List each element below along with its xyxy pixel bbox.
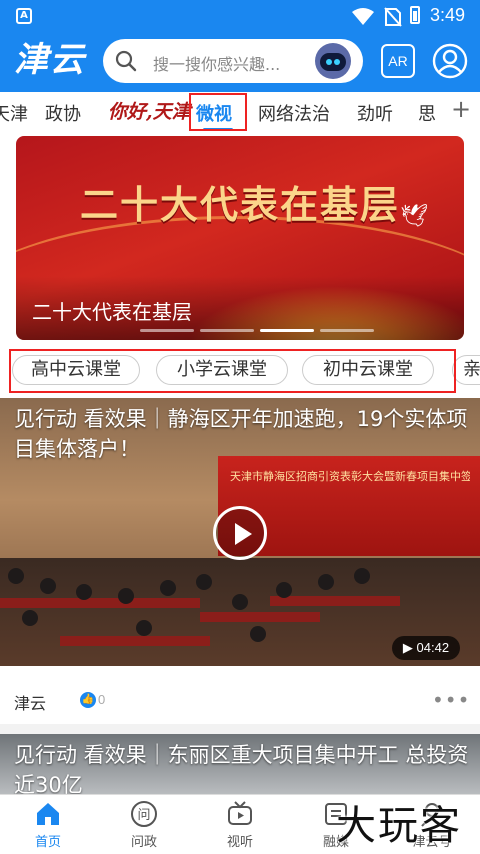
video-duration: ▶ 04:42 — [392, 636, 460, 660]
channel-tabs: 天津 政协 你好,天津 微视 网络法治 劲听 思 + — [0, 92, 480, 132]
banner-headline: 二十大代表在基层 — [79, 182, 400, 227]
add-channel-icon[interactable]: + — [449, 95, 473, 123]
app-logo: 津云 — [14, 40, 86, 80]
play-button[interactable] — [213, 506, 267, 560]
status-time: 3:49 — [430, 5, 466, 25]
search-icon — [115, 50, 137, 72]
search-bar[interactable]: 搜一搜你感兴趣... — [103, 39, 363, 83]
stage-banner-text: 天津市静海区招商引资表彰大会暨新春项目集中签约活动 — [230, 470, 470, 483]
tab-tianjin[interactable]: 天津 — [0, 100, 28, 126]
no-sim-icon — [384, 7, 402, 27]
watermark: 大玩客 — [336, 803, 462, 849]
battery-icon — [410, 6, 420, 24]
like-count: 0 — [98, 692, 106, 707]
tv-icon — [228, 801, 252, 825]
nav-audiovisual[interactable]: 视听 — [192, 795, 288, 854]
app-notification-icon: A — [16, 8, 32, 24]
tab-si[interactable]: 思 — [418, 100, 436, 126]
app-screen: A 3:49 津云 搜一搜你感兴趣... AR 天津 政协 你好,天津 微视 网… — [0, 0, 480, 854]
tab-jinting[interactable]: 劲听 — [357, 100, 393, 126]
article-meta: 津云 👍 0 ••• — [0, 680, 480, 724]
nav-label: 问政 — [130, 835, 157, 850]
banner-caption: 二十大代表在基层 — [32, 300, 192, 324]
user-profile-icon[interactable] — [432, 43, 468, 79]
video-article[interactable]: 见行动 看效果｜东丽区重大项目集中开工 总投资近30亿 — [0, 734, 480, 794]
article-title: 见行动 看效果｜东丽区重大项目集中开工 总投资近30亿 — [14, 743, 469, 794]
header-bar: A 3:49 津云 搜一搜你感兴趣... AR — [0, 0, 480, 92]
article-source[interactable]: 津云 — [14, 690, 46, 714]
nav-ask[interactable]: 问 问政 — [96, 795, 192, 854]
wifi-icon — [352, 8, 374, 25]
more-options-icon[interactable]: ••• — [432, 688, 470, 712]
tab-highlight-box — [189, 93, 247, 131]
search-placeholder: 搜一搜你感兴趣... — [153, 55, 281, 74]
carousel-dot-active — [260, 329, 314, 332]
ar-scan-button[interactable]: AR — [381, 44, 415, 78]
tab-hello-tianjin[interactable]: 你好,天津 — [108, 97, 191, 124]
video-article[interactable]: 天津市静海区招商引资表彰大会暨新春项目集中签约活动 见行动 看效果｜静海区开年加… — [0, 398, 480, 666]
banner-carousel[interactable]: 二十大代表在基层 🕊 二十大代表在基层 — [16, 136, 464, 340]
like-icon[interactable]: 👍 — [80, 692, 96, 708]
ask-icon: 问 — [131, 801, 157, 827]
nav-label: 首页 — [34, 835, 61, 850]
tab-zhengxie[interactable]: 政协 — [45, 100, 81, 126]
carousel-dot — [140, 329, 194, 332]
carousel-dot — [200, 329, 254, 332]
robot-assistant-icon[interactable] — [315, 43, 351, 79]
status-bar: A 3:49 — [0, 0, 480, 32]
dove-icon: 🕊 — [400, 204, 428, 229]
home-icon — [37, 803, 59, 825]
carousel-dot — [320, 329, 374, 332]
divider — [0, 724, 480, 734]
article-title: 见行动 看效果｜静海区开年加速跑，19个实体项目集体落户！ — [14, 407, 468, 461]
pill-more[interactable]: 亲 — [452, 355, 480, 385]
nav-label: 视听 — [226, 835, 253, 850]
tab-wangluofazhi[interactable]: 网络法治 — [258, 100, 330, 126]
pills-highlight-box — [9, 349, 456, 393]
svg-text:问: 问 — [137, 808, 150, 823]
course-pills: 高中云课堂 小学云课堂 初中云课堂 亲 — [0, 346, 480, 394]
nav-home[interactable]: 首页 — [0, 795, 96, 854]
